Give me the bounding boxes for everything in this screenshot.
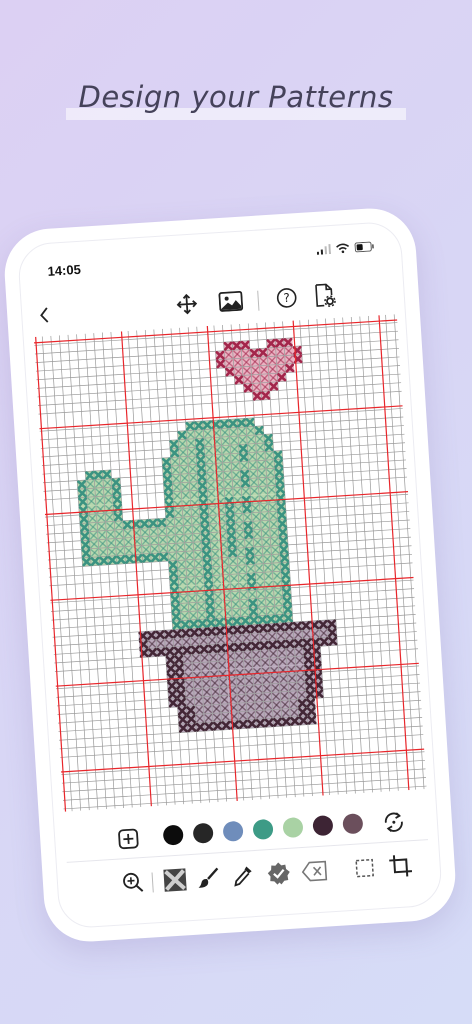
grid-major-line xyxy=(35,336,67,812)
chevron-left-icon xyxy=(40,307,49,323)
color-swatch[interactable] xyxy=(312,815,334,837)
phone-mockup: 14:05 ? xyxy=(1,205,459,945)
color-swatch[interactable] xyxy=(342,813,364,835)
wifi-icon xyxy=(336,243,350,254)
document-settings-icon[interactable] xyxy=(311,282,339,310)
image-icon[interactable] xyxy=(217,288,245,316)
back-button[interactable] xyxy=(38,305,59,326)
grid-line xyxy=(59,725,423,750)
battery-icon xyxy=(354,241,374,253)
grid-line xyxy=(38,390,402,415)
tool-divider xyxy=(151,872,154,893)
select-icon[interactable] xyxy=(351,854,379,882)
crop-icon[interactable] xyxy=(387,852,415,880)
grid-line xyxy=(62,777,427,801)
status-icons xyxy=(316,241,375,255)
grid-line xyxy=(61,759,426,784)
move-arrows-icon[interactable] xyxy=(173,290,201,318)
eyedropper-icon[interactable] xyxy=(229,862,257,890)
grid-line xyxy=(62,768,426,793)
color-swatch[interactable] xyxy=(252,818,274,841)
help-icon[interactable]: ? xyxy=(273,284,301,312)
pattern-canvas[interactable] xyxy=(33,314,427,812)
toolbar-divider xyxy=(257,290,260,311)
signal-icon xyxy=(316,244,332,255)
cross-stitch-icon[interactable] xyxy=(161,866,189,894)
grid-major-line xyxy=(60,748,425,773)
svg-text:?: ? xyxy=(283,291,290,305)
grid-line xyxy=(41,336,73,812)
grid-line xyxy=(34,330,399,355)
erase-icon[interactable] xyxy=(301,857,329,885)
refresh-icon xyxy=(384,812,403,833)
grid-line xyxy=(61,751,425,775)
phone-frame: 14:05 ? xyxy=(1,205,459,945)
swap-colors-button[interactable] xyxy=(380,808,408,836)
zoom-in-icon[interactable] xyxy=(119,869,147,897)
headline: Design your Patterns xyxy=(78,80,394,114)
grid-line xyxy=(60,734,424,758)
plus-square-icon xyxy=(118,828,139,850)
app-screen: 14:05 ? xyxy=(16,220,444,930)
color-swatch[interactable] xyxy=(222,820,244,842)
color-swatch[interactable] xyxy=(192,822,214,844)
grid-line xyxy=(402,314,427,789)
brush-icon[interactable] xyxy=(195,864,223,892)
verified-badge-icon[interactable] xyxy=(265,860,293,888)
pattern-grid[interactable] xyxy=(33,314,427,812)
grid-line xyxy=(37,373,401,398)
grid-line xyxy=(36,365,401,389)
headline-section: Design your Patterns xyxy=(0,80,472,120)
color-swatch[interactable] xyxy=(282,816,304,839)
color-swatch[interactable] xyxy=(162,824,184,846)
add-color-button[interactable] xyxy=(115,825,143,853)
status-time: 14:05 xyxy=(47,261,82,279)
grid-line xyxy=(37,382,402,406)
